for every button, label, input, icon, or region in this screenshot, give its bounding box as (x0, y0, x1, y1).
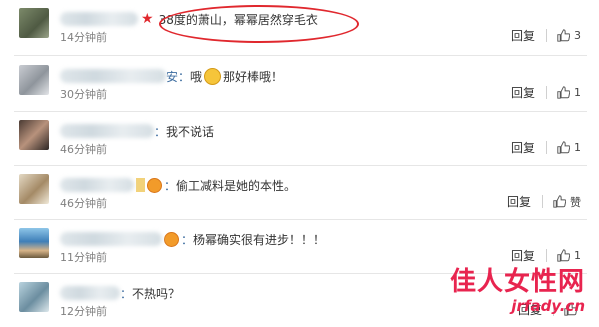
thumbs-up-icon (557, 29, 570, 42)
username[interactable] (60, 232, 162, 246)
watermark-url: jrfady.cn (511, 297, 585, 315)
action-divider (546, 141, 547, 154)
comment-body: 安： 哦 那好棒哦！ (60, 67, 283, 85)
username-tail[interactable]: ： (181, 231, 193, 248)
comment-time: 14分钟前 (60, 31, 107, 44)
comment-item: 安： 哦 那好棒哦！ 30分钟前 回复 1 (0, 57, 599, 110)
username-tail[interactable]: ： (120, 285, 132, 302)
smile-emoji-icon (204, 67, 222, 85)
avatar[interactable] (19, 174, 49, 204)
like-button[interactable]: 1 (557, 86, 581, 99)
reply-button[interactable]: 回复 (507, 193, 531, 210)
username[interactable] (60, 12, 138, 26)
thumbs-up-icon (557, 86, 570, 99)
comment-text: 哦 (190, 69, 203, 84)
comment-time: 11分钟前 (60, 251, 107, 264)
comment-time: 30分钟前 (60, 88, 107, 101)
comment-time: 46分钟前 (60, 143, 107, 156)
like-count: 3 (574, 29, 581, 42)
comment-body: ： 不热吗？ (60, 284, 180, 302)
like-label: 赞 (570, 195, 581, 209)
username[interactable] (60, 286, 120, 300)
username-tail[interactable]: ： (154, 123, 166, 140)
username[interactable] (60, 178, 134, 192)
comment-body: ： 我不说话 (60, 122, 214, 140)
comment-text: 不热吗？ (132, 286, 181, 301)
comment-body: ： 杨幂确实很有进步！！！ (60, 230, 325, 248)
comment-body: ★ 38度的萧山，幂幂居然穿毛衣 (60, 10, 318, 28)
comment-text: 偷工减料是她的本性。 (176, 178, 297, 193)
action-divider (546, 29, 547, 42)
comment-text: 杨幂确实很有进步！！！ (193, 232, 326, 247)
comment-item: ★ 38度的萧山，幂幂居然穿毛衣 14分钟前 回复 3 (0, 0, 599, 53)
watermark-title: 佳人女性网 (449, 267, 585, 297)
comment-actions: 回复 1 (511, 84, 581, 101)
avatar[interactable] (19, 65, 49, 95)
like-count: 1 (574, 86, 581, 99)
divider (14, 55, 587, 56)
comment-body: ： 偷工减料是她的本性。 (60, 176, 296, 194)
reply-button[interactable]: 回复 (511, 27, 535, 44)
verified-star-icon: ★ (141, 11, 154, 27)
like-button[interactable]: 1 (557, 141, 581, 154)
username-tail[interactable]: ： (164, 177, 176, 194)
comment-actions: 回复 1 (511, 139, 581, 156)
member-badge-icon (164, 231, 179, 247)
like-button[interactable]: 赞 (553, 194, 581, 210)
action-divider (542, 195, 543, 208)
comment-time: 46分钟前 (60, 197, 107, 210)
thumbs-up-icon (557, 141, 570, 154)
comment-item: ： 我不说话 46分钟前 回复 1 (0, 112, 599, 165)
action-divider (546, 86, 547, 99)
flower-badge-icon (136, 178, 145, 192)
like-count: 1 (574, 141, 581, 154)
comment-text: 38度的萧山，幂幂居然穿毛衣 (158, 12, 318, 27)
comment-text-after: 那好棒哦！ (223, 69, 284, 84)
comment-item: ： 偷工减料是她的本性。 46分钟前 回复 赞 (0, 166, 599, 219)
username[interactable] (60, 69, 166, 83)
comment-time: 12分钟前 (60, 305, 107, 318)
like-button[interactable]: 3 (557, 29, 581, 42)
reply-button[interactable]: 回复 (511, 139, 535, 156)
avatar[interactable] (19, 8, 49, 38)
member-badge-icon (147, 177, 162, 193)
username[interactable] (60, 124, 154, 138)
avatar[interactable] (19, 120, 49, 150)
avatar[interactable] (19, 228, 49, 258)
reply-button[interactable]: 回复 (511, 84, 535, 101)
comment-actions: 回复 赞 (507, 193, 581, 210)
username-tail[interactable]: 安： (166, 68, 190, 85)
comment-actions: 回复 3 (511, 27, 581, 44)
thumbs-up-icon (553, 195, 566, 208)
comment-text: 我不说话 (166, 124, 215, 139)
avatar[interactable] (19, 282, 49, 312)
